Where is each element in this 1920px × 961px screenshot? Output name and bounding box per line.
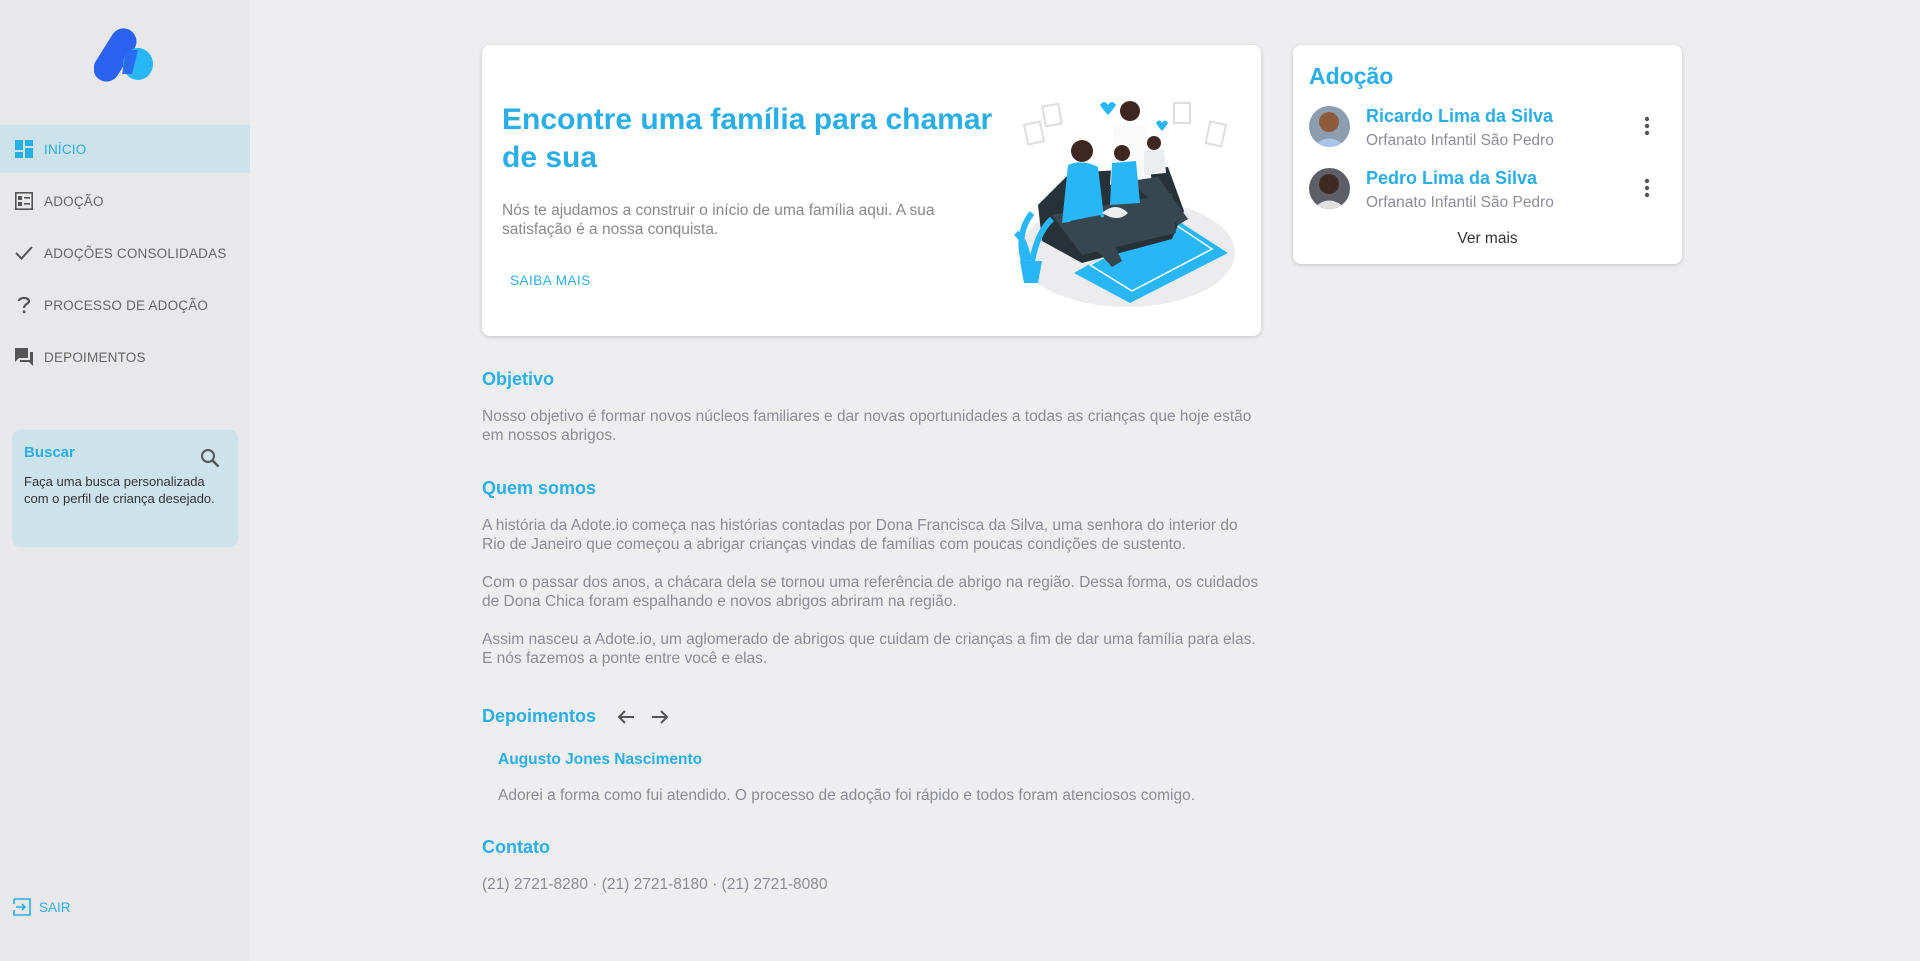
sidebar-item-label: ADOÇÕES CONSOLIDADAS <box>44 245 227 261</box>
adocao-card-title: Adoção <box>1309 63 1394 89</box>
quem-somos-paragraph: Com o passar dos anos, a chácara dela se… <box>482 574 1259 610</box>
child-name[interactable]: Pedro Lima da Silva <box>1366 168 1537 189</box>
child-name[interactable]: Ricardo Lima da Silva <box>1366 106 1553 127</box>
sidebar-item-label: DEPOIMENTOS <box>44 349 146 365</box>
sidebar-item-inicio[interactable]: INÍCIO <box>0 125 250 173</box>
forum-icon <box>14 347 34 367</box>
child-list-item[interactable]: Ricardo Lima da Silva Orfanato Infantil … <box>1309 106 1669 156</box>
child-org: Orfanato Infantil São Pedro <box>1366 132 1554 149</box>
more-vert-icon[interactable] <box>1637 176 1657 200</box>
sidebar-item-adocao[interactable]: ADOÇÃO <box>0 177 250 225</box>
saiba-mais-button[interactable]: SAIBA MAIS <box>502 267 599 294</box>
quem-somos-paragraph: Assim nasceu a Adote.io, um aglomerado d… <box>482 631 1256 667</box>
hero-title: Encontre uma família para chamar de sua <box>502 103 993 174</box>
logout-label: SAIR <box>39 899 71 915</box>
more-vert-icon[interactable] <box>1637 114 1657 138</box>
arrow-right-icon[interactable] <box>648 705 672 729</box>
logout-button[interactable]: SAIR <box>13 898 71 916</box>
testimonial-author: Augusto Jones Nascimento <box>498 751 703 768</box>
help-icon <box>14 295 34 315</box>
sidebar-item-label: PROCESSO DE ADOÇÃO <box>44 297 209 313</box>
hero-card: Encontre uma família para chamar de sua … <box>482 45 1261 336</box>
depoimentos-title: Depoimentos <box>482 706 597 726</box>
sidebar-item-adocoes-consolidadas[interactable]: ADOÇÕES CONSOLIDADAS <box>0 229 250 277</box>
sidebar-nav: INÍCIO ADOÇÃO ADOÇÕES CONSOLIDADAS PROCE… <box>0 125 250 385</box>
sidebar-item-label: INÍCIO <box>44 141 87 157</box>
dashboard-icon <box>14 139 34 159</box>
contato-title: Contato <box>482 837 550 857</box>
family-illustration <box>1013 101 1235 307</box>
avatar <box>1309 168 1350 209</box>
arrow-left-icon[interactable] <box>614 705 638 729</box>
search-icon[interactable] <box>200 448 220 468</box>
adocao-card: Adoção Ricardo Lima da Silva Orfanato In… <box>1293 45 1682 264</box>
testimonial-text: Adorei a forma como fui atendido. O proc… <box>498 787 1196 804</box>
quem-somos-title: Quem somos <box>482 478 597 498</box>
search-card[interactable]: Buscar Faça uma busca personalizada com … <box>12 430 238 547</box>
objetivo-title: Objetivo <box>482 369 555 389</box>
check-icon <box>14 243 34 263</box>
sidebar-item-label: ADOÇÃO <box>44 193 104 209</box>
objetivo-text: Nosso objetivo é formar novos núcleos fa… <box>482 408 1252 444</box>
child-org: Orfanato Infantil São Pedro <box>1366 194 1554 211</box>
ver-mais-link[interactable]: Ver mais <box>1293 230 1682 248</box>
sidebar-item-depoimentos[interactable]: DEPOIMENTOS <box>0 333 250 381</box>
avatar <box>1309 106 1350 147</box>
list-icon <box>14 191 34 211</box>
search-card-title: Buscar <box>24 444 75 461</box>
hero-description: Nós te ajudamos a construir o início de … <box>502 202 935 238</box>
logout-icon <box>13 898 31 916</box>
contato-phones: (21) 2721-8280 · (21) 2721-8180 · (21) 2… <box>482 876 828 893</box>
quem-somos-paragraph: A história da Adote.io começa nas histór… <box>482 517 1238 553</box>
sidebar: INÍCIO ADOÇÃO ADOÇÕES CONSOLIDADAS PROCE… <box>0 0 250 961</box>
sidebar-item-processo-de-adocao[interactable]: PROCESSO DE ADOÇÃO <box>0 281 250 329</box>
child-list-item[interactable]: Pedro Lima da Silva Orfanato Infantil Sã… <box>1309 168 1669 218</box>
app-logo[interactable] <box>94 28 156 82</box>
search-card-description: Faça uma busca personalizada com o perfi… <box>24 474 215 506</box>
